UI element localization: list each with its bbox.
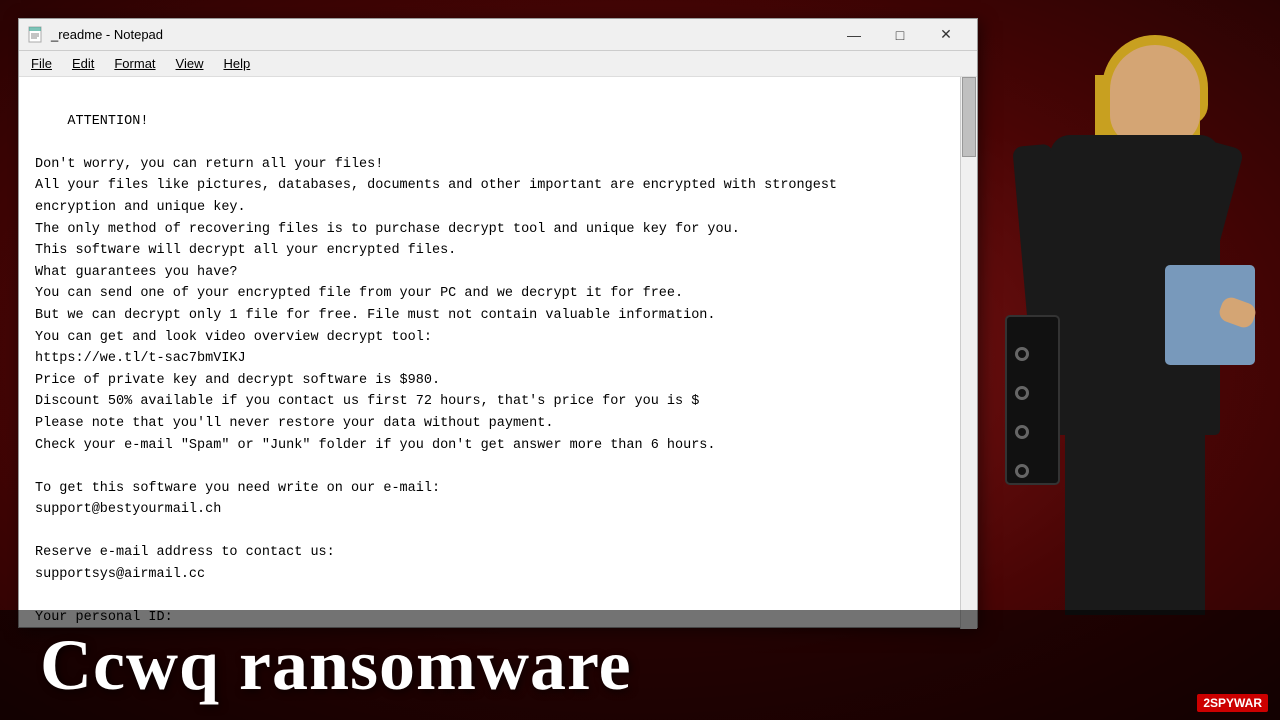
bottom-title-bar: Ccwq ransomware (0, 610, 1280, 720)
window-controls: — □ ✕ (831, 19, 969, 51)
binder (1005, 315, 1060, 485)
menu-format[interactable]: Format (106, 54, 163, 73)
person-body (1050, 135, 1220, 435)
person-head (1110, 45, 1200, 145)
menu-file[interactable]: File (23, 54, 60, 73)
spywar-logo: 2SPYWAR (1197, 694, 1268, 712)
menu-view[interactable]: View (168, 54, 212, 73)
menu-edit[interactable]: Edit (64, 54, 102, 73)
ring-3 (1015, 425, 1029, 439)
person-legs (1065, 415, 1205, 615)
maximize-button[interactable]: □ (877, 19, 923, 51)
ring-2 (1015, 386, 1029, 400)
minimize-button[interactable]: — (831, 19, 877, 51)
notepad-window: _readme - Notepad — □ ✕ File Edit Format… (18, 18, 978, 628)
window-title: _readme - Notepad (51, 27, 831, 42)
notepad-content: ATTENTION! Don't worry, you can return a… (35, 114, 837, 626)
close-button[interactable]: ✕ (923, 19, 969, 51)
person-illustration (970, 15, 1275, 615)
ransomware-title: Ccwq ransomware (40, 624, 632, 707)
notepad-icon (27, 26, 45, 44)
ring-1 (1015, 347, 1029, 361)
ring-4 (1015, 464, 1029, 478)
menubar: File Edit Format View Help (19, 51, 977, 77)
menu-help[interactable]: Help (215, 54, 258, 73)
binder-rings (1015, 347, 1029, 478)
titlebar: _readme - Notepad — □ ✕ (19, 19, 977, 51)
notepad-text-area[interactable]: ATTENTION! Don't worry, you can return a… (19, 77, 977, 627)
